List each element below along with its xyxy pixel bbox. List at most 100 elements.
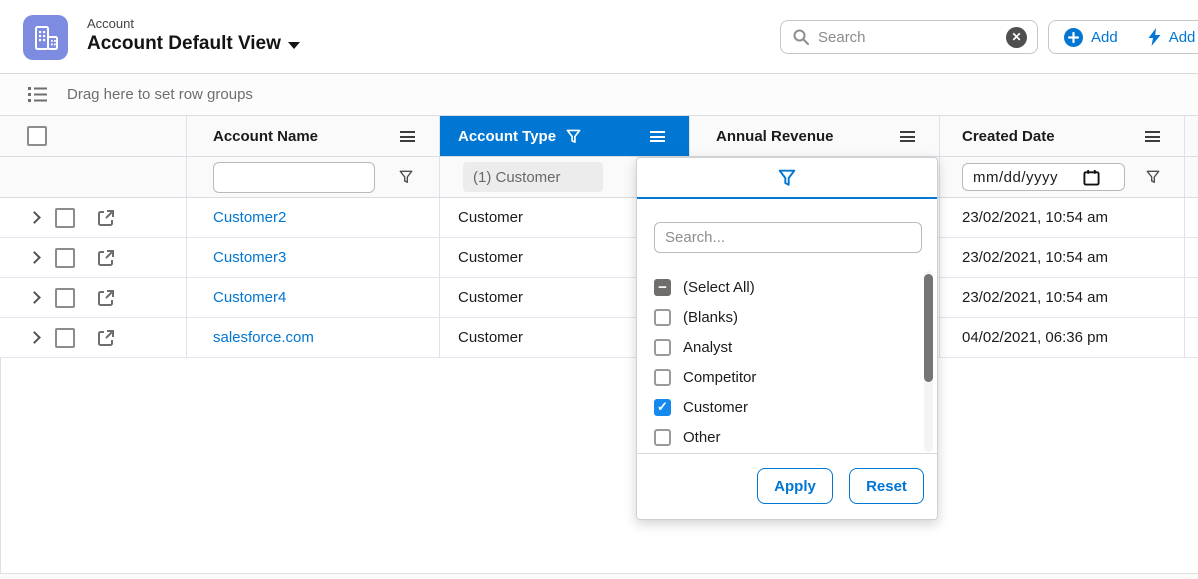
header-label: Created Date: [962, 128, 1055, 145]
expand-row-icon[interactable]: [28, 251, 41, 264]
entity-label: Account: [87, 16, 134, 31]
open-record-icon[interactable]: [97, 289, 115, 307]
buildings-icon: [32, 24, 60, 52]
global-search: ✕: [780, 20, 1038, 54]
lightning-bolt-icon: [1148, 28, 1161, 46]
filter-option-label: Other: [683, 429, 721, 446]
header-account-type[interactable]: Account Type: [440, 116, 690, 156]
filter-cell-controls: [0, 157, 187, 197]
row-groups-icon: [28, 86, 47, 103]
row-controls-cell: [0, 318, 187, 357]
expand-row-icon[interactable]: [28, 291, 41, 304]
filter-cell-created-date: mm/dd/yyyy: [940, 157, 1185, 197]
account-type-value: Customer: [458, 249, 523, 266]
apply-button[interactable]: Apply: [757, 468, 833, 504]
created-date-value: 23/02/2021, 10:54 am: [962, 209, 1108, 226]
filter-icon[interactable]: [399, 170, 413, 184]
created-date-filter-input[interactable]: mm/dd/yyyy: [962, 163, 1125, 191]
column-menu-icon[interactable]: [650, 131, 665, 142]
filter-icon[interactable]: [1146, 170, 1160, 184]
reset-button[interactable]: Reset: [849, 468, 924, 504]
account-link[interactable]: Customer4: [213, 289, 286, 306]
account-type-value: Customer: [458, 209, 523, 226]
select-all-checkbox[interactable]: [27, 126, 47, 146]
blanks-filter-checkbox[interactable]: [654, 309, 671, 326]
filter-option-competitor[interactable]: Competitor: [637, 362, 937, 392]
account-link[interactable]: Customer3: [213, 249, 286, 266]
row-group-panel[interactable]: Drag here to set row groups: [0, 74, 1198, 116]
table-row: Customer3 Customer 23/02/2021, 10:54 am: [0, 238, 1198, 278]
top-bar: Account Account Default View ✕ Add: [0, 0, 1198, 74]
filter-list-scrollbar[interactable]: [924, 274, 933, 382]
column-menu-icon[interactable]: [900, 131, 915, 142]
row-checkbox[interactable]: [55, 288, 75, 308]
account-type-filter-popup: (Select All) (Blanks) Analyst Competitor…: [636, 157, 938, 520]
row-group-hint: Drag here to set row groups: [67, 86, 253, 103]
floating-filter-row: (1) Customer mm/dd/yyyy: [0, 157, 1198, 198]
other-filter-checkbox[interactable]: [654, 429, 671, 446]
row-controls-cell: [0, 238, 187, 277]
header-created-date[interactable]: Created Date: [940, 116, 1185, 156]
date-placeholder: mm/dd/yyyy: [973, 169, 1079, 186]
account-type-value: Customer: [458, 289, 523, 306]
open-record-icon[interactable]: [97, 329, 115, 347]
competitor-filter-checkbox[interactable]: [654, 369, 671, 386]
header-annual-revenue[interactable]: Annual Revenue: [690, 116, 940, 156]
filter-active-icon: [566, 129, 581, 144]
account-link[interactable]: Customer2: [213, 209, 286, 226]
account-link[interactable]: salesforce.com: [213, 329, 314, 346]
filter-options-list: (Select All) (Blanks) Analyst Competitor…: [637, 269, 937, 454]
created-date-cell: 23/02/2021, 10:54 am: [940, 238, 1185, 277]
account-type-filter-value[interactable]: (1) Customer: [463, 162, 603, 192]
column-menu-icon[interactable]: [1145, 131, 1160, 142]
table-row: salesforce.com Customer 04/02/2021, 06:3…: [0, 318, 1198, 358]
filter-option-select-all[interactable]: (Select All): [637, 272, 937, 302]
filter-option-customer[interactable]: Customer: [637, 392, 937, 422]
customer-filter-checkbox[interactable]: [654, 399, 671, 416]
account-type-value: Customer: [458, 329, 523, 346]
created-date-value: 23/02/2021, 10:54 am: [962, 289, 1108, 306]
plus-circle-icon: [1064, 28, 1083, 47]
analyst-filter-checkbox[interactable]: [654, 339, 671, 356]
account-name-filter-input[interactable]: [213, 162, 375, 193]
filter-search-input[interactable]: [654, 222, 922, 253]
calendar-icon[interactable]: [1083, 169, 1100, 186]
table-row: Customer2 Customer 23/02/2021, 10:54 am: [0, 198, 1198, 238]
clear-search-icon[interactable]: ✕: [1006, 27, 1027, 48]
account-name-cell: Customer2: [187, 198, 440, 237]
expand-row-icon[interactable]: [28, 331, 41, 344]
row-checkbox[interactable]: [55, 208, 75, 228]
created-date-cell: 04/02/2021, 06:36 pm: [940, 318, 1185, 357]
filter-option-blanks[interactable]: (Blanks): [637, 302, 937, 332]
horizontal-scrollbar[interactable]: [0, 573, 1198, 579]
search-input[interactable]: [818, 29, 1006, 46]
filter-tab[interactable]: [637, 158, 937, 199]
add-button[interactable]: Add: [1049, 21, 1133, 53]
add-item-button-label: Add I: [1169, 29, 1198, 46]
header-label: Account Name: [213, 128, 318, 145]
row-checkbox[interactable]: [55, 328, 75, 348]
expand-row-icon[interactable]: [28, 211, 41, 224]
row-controls-cell: [0, 278, 187, 317]
created-date-cell: 23/02/2021, 10:54 am: [940, 198, 1185, 237]
filter-option-analyst[interactable]: Analyst: [637, 332, 937, 362]
filter-option-label: (Select All): [683, 279, 755, 296]
app-window: Account Account Default View ✕ Add: [0, 0, 1198, 579]
created-date-cell: 23/02/2021, 10:54 am: [940, 278, 1185, 317]
account-name-cell: salesforce.com: [187, 318, 440, 357]
created-date-value: 23/02/2021, 10:54 am: [962, 249, 1108, 266]
open-record-icon[interactable]: [97, 209, 115, 227]
chevron-down-icon: [288, 42, 300, 49]
column-menu-icon[interactable]: [400, 131, 415, 142]
header-account-name[interactable]: Account Name: [187, 116, 440, 156]
select-all-filter-checkbox[interactable]: [654, 279, 671, 296]
view-selector[interactable]: Account Default View: [87, 33, 300, 55]
filter-option-label: Customer: [683, 399, 748, 416]
add-item-button[interactable]: Add I: [1133, 21, 1198, 53]
filter-option-label: (Blanks): [683, 309, 738, 326]
filter-option-other[interactable]: Other: [637, 422, 937, 452]
open-record-icon[interactable]: [97, 249, 115, 267]
row-checkbox[interactable]: [55, 248, 75, 268]
grid-header-row: Account Name Account Type Annual Revenue…: [0, 116, 1198, 157]
table-row: Customer4 Customer 23/02/2021, 10:54 am: [0, 278, 1198, 318]
